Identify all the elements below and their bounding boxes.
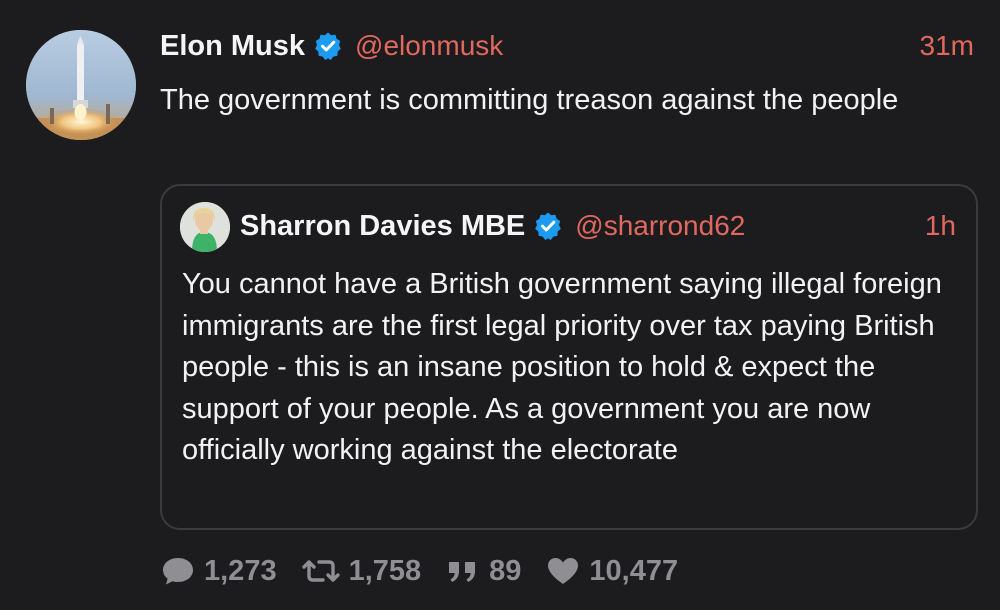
verified-badge-icon: [313, 31, 343, 61]
verified-badge-icon: [533, 211, 563, 241]
quote-tweets-button[interactable]: 89: [445, 554, 521, 588]
rocket-launch-avatar-icon: [26, 30, 136, 140]
like-count: 10,477: [589, 554, 679, 587]
quote-count: 89: [489, 554, 522, 587]
reply-button[interactable]: 1,273: [160, 554, 277, 588]
quoted-author-handle[interactable]: @sharrond62: [575, 210, 745, 242]
quoted-tweet-header: Sharron Davies MBE @sharrond62: [240, 204, 745, 248]
person-avatar-icon: [180, 202, 230, 252]
quoted-tweet-text: You cannot have a British government say…: [182, 268, 942, 466]
heart-icon: [548, 558, 579, 584]
quoted-tweet[interactable]: Sharron Davies MBE @sharrond62 1h You ca…: [160, 184, 978, 530]
author-name[interactable]: Elon Musk: [160, 30, 305, 63]
author-handle[interactable]: @elonmusk: [355, 30, 503, 62]
quoted-author-avatar[interactable]: [180, 202, 230, 252]
retweet-button[interactable]: 1,758: [301, 554, 422, 588]
tweet-text: The government is committing treason aga…: [160, 84, 899, 116]
retweet-count: 1,758: [348, 554, 422, 587]
tweet-actions-bar: 1,273 1,758 89 10,477: [160, 550, 702, 592]
like-button[interactable]: 10,477: [545, 554, 678, 588]
reply-count: 1,273: [204, 554, 277, 587]
quoted-tweet-timestamp[interactable]: 1h: [925, 204, 956, 248]
quoted-author-name[interactable]: Sharron Davies MBE: [240, 210, 525, 243]
quote-icon: [449, 562, 476, 582]
author-avatar[interactable]: [26, 30, 136, 140]
tweet-header: Elon Musk @elonmusk: [160, 26, 503, 66]
tweet-card[interactable]: Elon Musk @elonmusk 31m The government i…: [0, 0, 1000, 610]
reply-bubble-icon: [163, 558, 193, 585]
retweet-icon: [301, 560, 340, 582]
tweet-timestamp[interactable]: 31m: [920, 26, 974, 66]
